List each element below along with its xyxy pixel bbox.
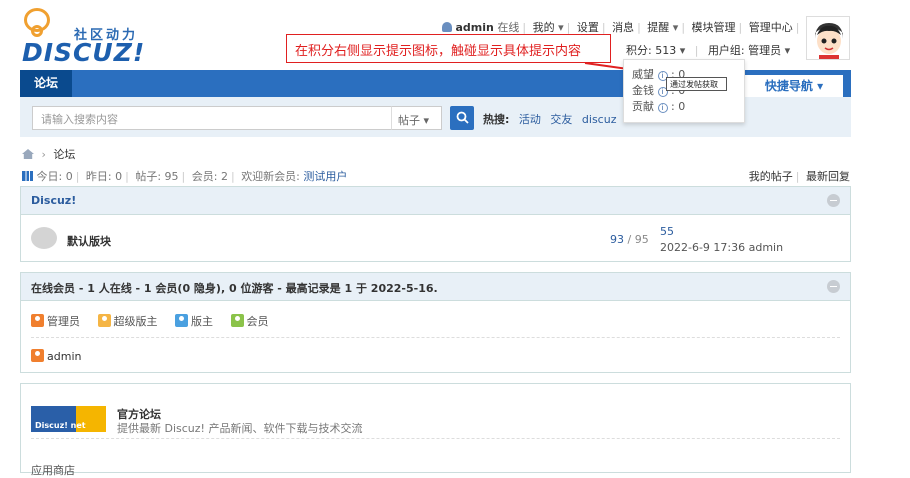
tab-forum[interactable]: 论坛 xyxy=(20,70,72,97)
app-store-link[interactable]: 应用商店 xyxy=(31,462,75,478)
stat-posts: 帖子: 95 xyxy=(135,170,179,183)
hot-searches: 热搜: 活动 交友 discuz xyxy=(483,111,616,127)
stat-yesterday: 昨日: 0 xyxy=(85,170,123,183)
search-icon xyxy=(456,111,469,124)
credit-link[interactable]: 积分: 513 xyxy=(626,44,676,57)
online-header: 在线会员 - 1 人在线 - 1 会员(0 隐身), 0 位游客 - 最高记录是… xyxy=(21,273,850,301)
forum-name-link[interactable]: 默认版块 xyxy=(67,233,111,249)
search-input[interactable]: 请输入搜索内容 xyxy=(32,106,411,130)
tip-annotation-box: 在积分右侧显示提示图标，触碰显示具体提示内容 xyxy=(286,34,611,63)
credit-row-contribution: 贡献 i : 0 xyxy=(632,100,686,113)
info-icon[interactable]: i xyxy=(657,103,668,113)
last-post-meta: 2022-6-9 17:36 admin xyxy=(660,241,784,254)
quick-nav-button[interactable]: 快捷导航 ▾ xyxy=(745,75,843,97)
user-icon xyxy=(442,22,452,32)
new-member-link[interactable]: 测试用户 xyxy=(303,170,347,183)
credit-tooltip: 通过发帖获取 xyxy=(666,77,727,91)
nav-messages[interactable]: 消息 xyxy=(612,21,634,34)
username-link[interactable]: admin xyxy=(456,21,494,34)
credit-row: 积分: 513 ▾ | 用户组: 管理员 ▾ xyxy=(626,44,791,57)
hot-search-link[interactable]: discuz xyxy=(582,113,617,126)
legend-mod: 版主 xyxy=(175,314,213,328)
online-status[interactable]: 在线 xyxy=(497,21,519,34)
hot-search-link[interactable]: 活动 xyxy=(519,113,541,126)
breadcrumb-forum[interactable]: 论坛 xyxy=(53,148,75,161)
stats-chart-icon xyxy=(22,171,33,181)
legend-member: 会员 xyxy=(230,314,269,328)
collapse-icon[interactable] xyxy=(827,280,840,293)
avatar[interactable] xyxy=(806,16,850,60)
forum-icon xyxy=(31,227,57,249)
discuz-logo[interactable]: 社区动力 DISCUZ! xyxy=(22,8,146,67)
nav-reminders[interactable]: 提醒 xyxy=(647,21,669,34)
home-icon[interactable] xyxy=(22,149,34,159)
category-title[interactable]: Discuz! xyxy=(31,194,76,207)
member-legend: 管理员 超级版主 版主 会员 xyxy=(31,313,283,329)
online-members-box: 在线会员 - 1 人在线 - 1 会员(0 隐身), 0 位游客 - 最高记录是… xyxy=(20,272,851,373)
online-title[interactable]: 在线会员 - 1 人在线 - 1 会员(0 隐身), 0 位游客 - 最高记录是… xyxy=(31,282,438,295)
my-posts-link[interactable]: 我的帖子 xyxy=(749,170,793,183)
official-forum-desc: 提供最新 Discuz! 产品新闻、软件下载与技术交流 xyxy=(117,422,363,435)
logo-brand: DISCUZ! xyxy=(22,38,146,67)
logo-bubble-icon xyxy=(24,8,50,37)
forum-category-box: Discuz! 默认版块 93 / 95 55 2022-6-9 17:36 a… xyxy=(20,186,851,262)
credit-popup: 威望 i : 0 金钱 i : 0 贡献 i : 0 xyxy=(623,59,745,123)
my-links: 我的帖子 | 最新回复 xyxy=(748,170,850,183)
hot-search-label: 热搜: xyxy=(483,113,510,126)
latest-reply-link[interactable]: 最新回复 xyxy=(806,170,850,183)
super-mod-icon xyxy=(97,314,111,327)
nav-module-manage[interactable]: 模块管理 xyxy=(692,21,736,34)
mod-icon xyxy=(175,314,188,327)
last-post-link[interactable]: 55 xyxy=(660,225,674,238)
hot-search-link[interactable]: 交友 xyxy=(550,113,572,126)
search-button[interactable] xyxy=(450,106,474,130)
category-header: Discuz! xyxy=(21,187,850,215)
breadcrumb: › 论坛 xyxy=(22,146,75,162)
legend-admin: 管理员 xyxy=(31,314,80,328)
stat-today: 今日: 0 xyxy=(36,170,73,183)
search-type-select[interactable]: 帖子 ▾ xyxy=(391,106,442,130)
online-user-item[interactable]: admin xyxy=(31,349,81,363)
usergroup-link[interactable]: 用户组: 管理员 xyxy=(708,44,781,57)
welcome-label: 欢迎新会员: xyxy=(241,170,300,183)
divider xyxy=(31,337,840,338)
stat-members: 会员: 2 xyxy=(191,170,228,183)
friend-links-box: Discuz! net 官方论坛 提供最新 Discuz! 产品新闻、软件下载与… xyxy=(20,383,851,477)
nav-settings[interactable]: 设置 xyxy=(577,21,599,34)
top-user-nav: admin 在线 | 我的 ▾ | 设置 | 消息 | 提醒 ▾ | 模块管理 | 管理中心… xyxy=(442,19,828,35)
legend-super-mod: 超级版主 xyxy=(97,314,158,328)
nav-admin-center[interactable]: 管理中心 xyxy=(749,21,793,34)
admin-icon xyxy=(31,349,44,362)
nav-my[interactable]: 我的 xyxy=(533,21,555,34)
collapse-icon[interactable] xyxy=(827,194,840,207)
official-forum-logo[interactable]: Discuz! net xyxy=(31,406,106,432)
forum-stats: 今日: 0 | 昨日: 0 | 帖子: 95 | 会员: 2 | 欢迎新会员: 测试用户 xyxy=(22,168,347,184)
admin-icon xyxy=(31,314,44,327)
divider xyxy=(31,438,840,439)
forum-counts: 93 / 95 xyxy=(610,233,649,246)
member-icon xyxy=(230,314,244,327)
